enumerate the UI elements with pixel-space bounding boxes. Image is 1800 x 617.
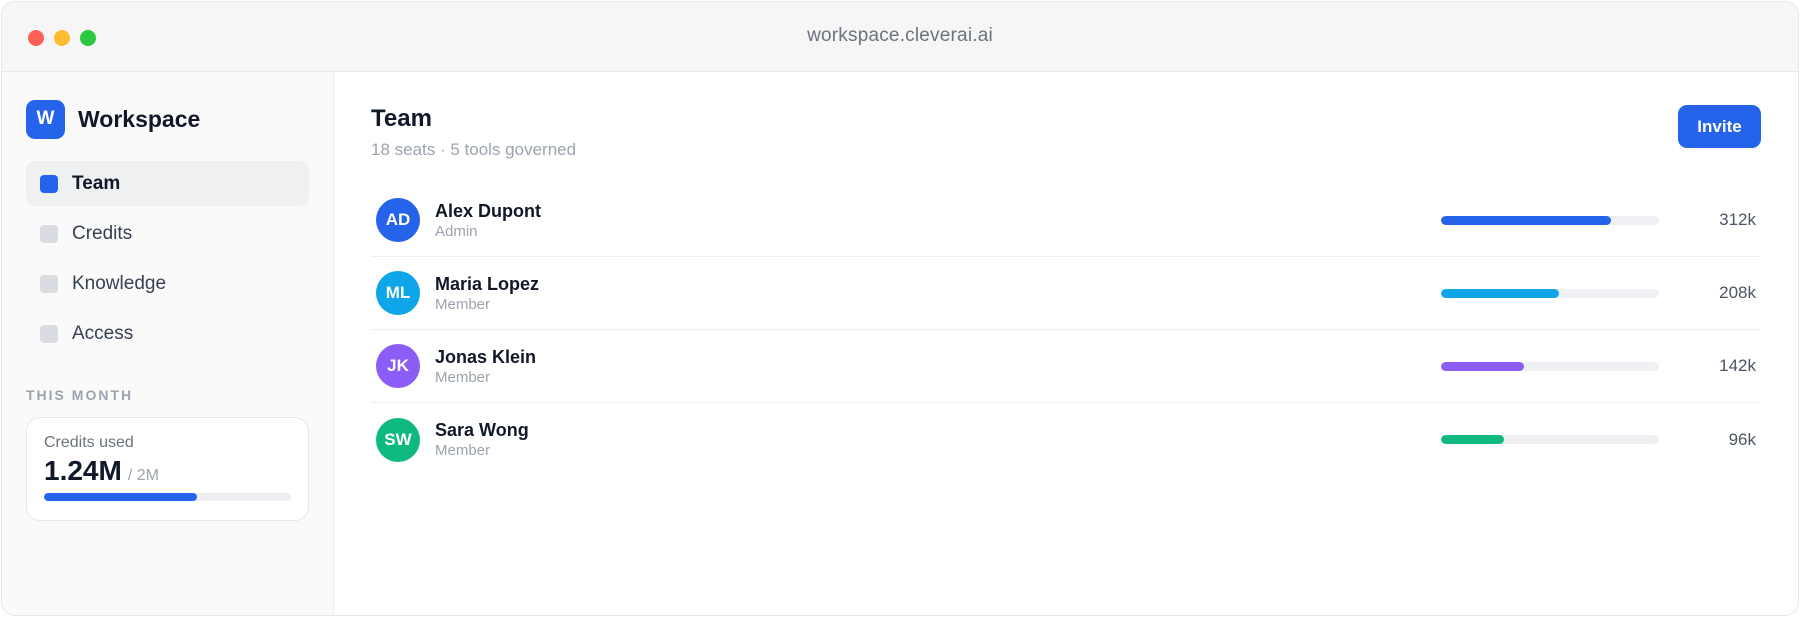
- sidebar-item-access[interactable]: Access: [26, 311, 309, 356]
- avatar: AD: [376, 198, 420, 242]
- usage-progress-fill: [1441, 288, 1559, 298]
- usage-progress-fill: [1441, 215, 1612, 225]
- avatar: JK: [376, 344, 420, 388]
- brand: W Workspace: [26, 99, 309, 139]
- member-name: Jonas Klein: [435, 346, 537, 367]
- brand-name: Workspace: [78, 105, 201, 132]
- credits-icon: [40, 224, 58, 243]
- page-title: Team: [371, 105, 432, 132]
- access-icon: [40, 324, 58, 343]
- credits-card: Credits used 1.24M / 2M: [26, 417, 309, 521]
- member-row[interactable]: ML Maria Lopez Member 208k: [371, 257, 1761, 330]
- main-content: Team 18 seats · 5 tools governed Invite …: [334, 72, 1798, 615]
- member-list: AD Alex Dupont Admin 312k ML Maria Lopez…: [371, 184, 1761, 476]
- member-role: Admin: [435, 222, 478, 240]
- window-url: workspace.cleverai.ai: [807, 25, 993, 46]
- team-icon: [40, 174, 58, 193]
- sidebar-item-label: Team: [72, 172, 121, 194]
- usage-value: 142k: [1719, 356, 1756, 375]
- usage-progress-track: [1441, 215, 1659, 225]
- sidebar-item-knowledge[interactable]: Knowledge: [26, 261, 309, 306]
- usage-value: 208k: [1719, 283, 1756, 302]
- avatar: SW: [376, 417, 420, 462]
- section-label: THIS MONTH: [26, 387, 134, 403]
- avatar: ML: [376, 271, 420, 315]
- knowledge-icon: [40, 274, 58, 293]
- member-name: Sara Wong: [435, 420, 529, 440]
- sidebar-item-label: Credits: [72, 222, 133, 244]
- sidebar-item-team[interactable]: Team: [26, 161, 309, 206]
- app-window: workspace.cleverai.ai W Workspace Team C…: [1, 1, 1799, 616]
- usage-progress-track: [1441, 435, 1659, 444]
- sidebar-item-label: Knowledge: [72, 272, 167, 294]
- invite-button[interactable]: Invite: [1678, 105, 1761, 148]
- sidebar-item-label: Access: [72, 322, 134, 344]
- credits-total: / 2M: [127, 467, 159, 484]
- sidebar-nav: Team Credits Knowledge Access: [26, 161, 309, 356]
- member-row[interactable]: AD Alex Dupont Admin 312k: [371, 184, 1761, 257]
- credits-label: Credits used: [44, 434, 134, 451]
- member-row[interactable]: SW Sara Wong Member 96k: [371, 403, 1761, 476]
- member-role: Member: [435, 368, 491, 386]
- credits-progress-track: [44, 493, 291, 501]
- member-name: Maria Lopez: [435, 273, 540, 294]
- sidebar: W Workspace Team Credits Knowledge Acces…: [2, 72, 334, 615]
- member-row[interactable]: JK Jonas Klein Member 142k: [371, 330, 1761, 403]
- usage-progress-track: [1441, 361, 1659, 371]
- member-name: Alex Dupont: [435, 200, 541, 221]
- usage-progress-fill: [1441, 361, 1524, 371]
- page-subtitle: 18 seats · 5 tools governed: [371, 140, 577, 159]
- usage-progress-track: [1441, 288, 1659, 298]
- credits-value: 1.24M: [44, 455, 122, 486]
- member-role: Member: [435, 295, 491, 313]
- member-role: Member: [435, 442, 491, 459]
- usage-progress-fill: [1441, 435, 1505, 444]
- title-bar: workspace.cleverai.ai: [2, 2, 1798, 72]
- usage-value: 96k: [1728, 429, 1756, 449]
- usage-value: 312k: [1719, 210, 1756, 229]
- credits-progress-fill: [44, 493, 198, 501]
- sidebar-item-credits[interactable]: Credits: [26, 211, 309, 256]
- brand-logo: W: [26, 99, 65, 139]
